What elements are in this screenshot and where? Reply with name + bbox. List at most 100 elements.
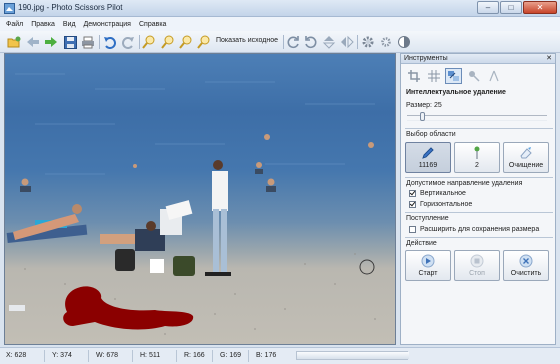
menu-help[interactable]: Справка	[139, 21, 166, 28]
size-label: Размер: 25	[406, 102, 442, 109]
status-separator	[44, 350, 45, 362]
vertical-checkbox-box[interactable]	[409, 190, 416, 197]
menu-bar: Файл Правка Вид Демонстрация Справка	[0, 17, 560, 31]
marker-icon	[471, 146, 483, 162]
status-w: W: 678	[96, 352, 119, 359]
stop-label: Стоп	[469, 270, 485, 277]
pencil-icon	[421, 146, 435, 162]
status-x: X: 628	[6, 352, 27, 359]
status-separator	[212, 350, 213, 362]
clean-button[interactable]: Очищение	[503, 142, 549, 173]
flip-horizontal-icon[interactable]	[339, 34, 355, 50]
horizontal-checkbox-box[interactable]	[409, 201, 416, 208]
panel-close-button[interactable]: ✕	[546, 54, 552, 64]
grid-icon[interactable]	[425, 68, 442, 84]
divider	[405, 212, 553, 213]
size-slider-thumb[interactable]	[420, 112, 425, 121]
flip-vertical-icon[interactable]	[321, 34, 337, 50]
smart-remove-icon[interactable]	[445, 68, 462, 84]
menu-file[interactable]: Файл	[6, 21, 23, 28]
redo-icon[interactable]	[120, 34, 136, 50]
tools-panel: Инструменты ✕ Интеллектуальное удаление …	[400, 53, 556, 345]
save-icon[interactable]	[62, 34, 78, 50]
show-original-button[interactable]: Показать исходное	[216, 37, 278, 44]
status-separator	[176, 350, 177, 362]
options-icon[interactable]	[378, 34, 394, 50]
print-icon[interactable]	[80, 34, 96, 50]
toolbar-separator	[139, 35, 140, 49]
toolbar: Показать исходное	[0, 31, 560, 53]
zoom-out-icon[interactable]	[160, 34, 176, 50]
section-title: Интеллектуальное удаление	[406, 89, 506, 96]
direction-label: Допустимое направление удаления	[406, 180, 523, 187]
scrollbar-thumb[interactable]	[297, 352, 409, 359]
size-slider-track[interactable]	[407, 115, 547, 121]
menu-edit[interactable]: Правка	[31, 21, 55, 28]
rotate-ccw-icon[interactable]	[303, 34, 319, 50]
status-separator	[88, 350, 89, 362]
minimize-button[interactable]: –	[477, 1, 499, 14]
back-icon[interactable]	[25, 34, 41, 50]
vertical-checkbox[interactable]: Вертикальное	[409, 190, 466, 197]
panel-header: Инструменты ✕	[401, 54, 555, 64]
start-label: Старт	[418, 270, 438, 277]
status-h: H: 511	[140, 352, 161, 359]
open-icon[interactable]	[6, 34, 22, 50]
divider	[405, 128, 553, 129]
crop-icon[interactable]	[405, 68, 422, 84]
toolbar-separator	[99, 35, 100, 49]
status-y: Y: 374	[52, 352, 72, 359]
undo-icon[interactable]	[102, 34, 118, 50]
zoom-actual-icon[interactable]	[196, 34, 212, 50]
horizontal-checkbox[interactable]: Горизонтальное	[409, 201, 472, 208]
compass-icon[interactable]	[485, 68, 502, 84]
stop-icon	[470, 254, 484, 270]
app-icon	[4, 3, 15, 14]
marker-tool-button[interactable]: 2	[454, 142, 500, 173]
settings-icon[interactable]	[360, 34, 376, 50]
menu-view[interactable]: Вид	[63, 21, 76, 28]
pencil-count: 11169	[418, 162, 438, 169]
play-icon	[421, 254, 435, 270]
maximize-button[interactable]: □	[500, 1, 522, 14]
clear-label: Очистить	[510, 270, 542, 277]
expand-checkbox[interactable]: Расширить для сохранения размера	[409, 226, 539, 233]
selection-mask	[63, 286, 194, 330]
image-canvas[interactable]	[4, 53, 396, 345]
start-button[interactable]: Старт	[405, 250, 451, 281]
horizontal-label: Горизонтальное	[420, 201, 473, 208]
clear-icon	[519, 254, 533, 270]
window-controls: – □ ✕	[477, 1, 557, 14]
photo-beach-scene	[6, 73, 376, 335]
brush-icon[interactable]	[465, 68, 482, 84]
pencil-tool-button[interactable]: 11169	[405, 142, 451, 173]
expand-label: Расширить для сохранения размера	[420, 226, 540, 233]
eraser-icon	[519, 146, 533, 162]
zoom-in-icon[interactable]	[141, 34, 157, 50]
forward-icon[interactable]	[43, 34, 59, 50]
title-bar: 190.jpg - Photo Scissors Pilot – □ ✕	[0, 0, 560, 17]
clear-button[interactable]: Очистить	[503, 250, 549, 281]
zoom-fit-icon[interactable]	[178, 34, 194, 50]
rotate-cw-icon[interactable]	[285, 34, 301, 50]
toolbar-separator	[283, 35, 284, 49]
marker-count: 2	[475, 162, 479, 169]
status-r: R: 166	[184, 352, 205, 359]
clean-label: Очищение	[508, 162, 544, 169]
action-label: Действие	[406, 240, 437, 247]
menu-demo[interactable]: Демонстрация	[84, 21, 131, 28]
progress-label: Поступление	[406, 215, 449, 222]
area-selection-label: Выбор области	[406, 131, 456, 138]
divider	[405, 177, 553, 178]
close-button[interactable]: ✕	[523, 1, 557, 14]
contrast-icon[interactable]	[396, 34, 412, 50]
status-separator	[248, 350, 249, 362]
status-g: G: 169	[220, 352, 242, 359]
tool-selector	[405, 68, 502, 84]
stop-button[interactable]: Стоп	[454, 250, 500, 281]
horizontal-scrollbar[interactable]	[296, 351, 409, 360]
status-separator	[132, 350, 133, 362]
expand-checkbox-box[interactable]	[409, 226, 416, 233]
window-title: 190.jpg - Photo Scissors Pilot	[18, 3, 123, 12]
panel-title: Инструменты	[404, 55, 448, 62]
